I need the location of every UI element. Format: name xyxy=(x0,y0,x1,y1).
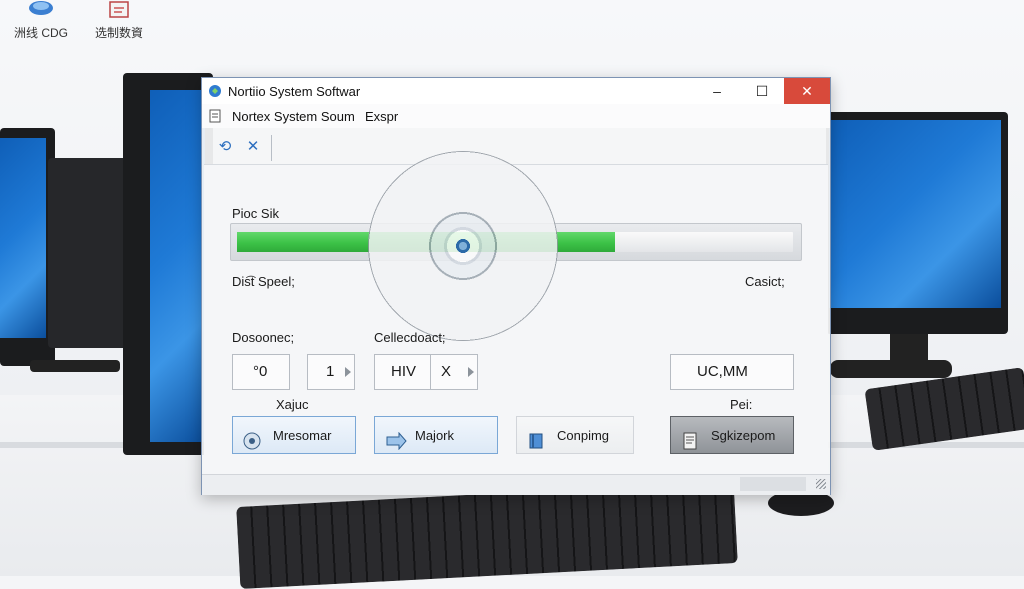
toolbar-separator xyxy=(271,135,272,161)
value-spinner-2-text: X xyxy=(441,363,452,380)
value-field-1-text: °0 xyxy=(253,363,268,380)
action-button-label: Mresomar xyxy=(273,428,332,443)
group-label-left: Dosoonec; xyxy=(232,330,295,345)
desktop-icon-computer-label: 洲线 CDG xyxy=(13,26,68,40)
value-field-1[interactable]: °0 xyxy=(232,354,290,390)
title-bar[interactable]: Nortiio System Softwar – ☐ ✕ xyxy=(202,78,830,104)
menu-bar: Nortex System Soum Exspr xyxy=(202,104,830,128)
app-logo-icon xyxy=(208,84,222,98)
book-icon xyxy=(527,427,545,449)
status-segment xyxy=(740,477,806,491)
value-spinner-1-text: 1 xyxy=(326,363,335,380)
action-button-majork[interactable]: Majork xyxy=(374,416,498,454)
app-window: Nortiio System Softwar – ☐ ✕ Nortex Syst… xyxy=(201,77,831,495)
close-icon[interactable]: ✕ xyxy=(244,138,262,156)
document-icon xyxy=(681,427,699,450)
group-label-right: Cellecdoact; xyxy=(374,330,446,345)
background-screen-right xyxy=(829,120,1001,308)
disc-hub-icon xyxy=(455,238,471,254)
background-monitor-base-right xyxy=(830,360,952,378)
desktop-icon-folder[interactable]: 选制数資 xyxy=(84,0,154,41)
action-button-label: Conpimg xyxy=(557,428,610,443)
action-button-conpimg[interactable]: Conpimg xyxy=(516,416,634,454)
menu-item-system[interactable]: Nortex System Soum xyxy=(232,109,355,124)
resize-grip-icon[interactable] xyxy=(816,479,826,489)
background-monitor-back-left xyxy=(48,158,133,348)
value-field-3[interactable]: HIV xyxy=(374,354,432,390)
value-field-5-text: UC,MM xyxy=(697,363,748,380)
folder-icon xyxy=(106,0,132,22)
spinner-arrow-icon[interactable] xyxy=(468,367,474,377)
document-icon xyxy=(208,109,222,123)
refresh-icon[interactable]: ⟲ xyxy=(216,138,234,156)
desktop-icon-computer[interactable]: 洲线 CDG xyxy=(10,0,72,41)
computer-icon xyxy=(28,0,54,22)
sub-label-right: Pei: xyxy=(730,397,753,412)
value-field-3-text: HIV xyxy=(391,363,417,380)
maximize-button[interactable]: ☐ xyxy=(740,78,784,104)
status-bar xyxy=(202,474,830,495)
action-button-label: Majork xyxy=(415,428,455,443)
window-title: Nortiio System Softwar xyxy=(228,84,361,99)
background-monitor-stand-right xyxy=(890,334,928,362)
disc-icon xyxy=(243,427,261,450)
action-button-sgkizepom[interactable]: Sgkizepom xyxy=(670,416,794,454)
arrow-right-icon xyxy=(385,427,407,451)
spinner-arrow-icon[interactable] xyxy=(345,367,351,377)
action-button-mresomar[interactable]: Mresomar xyxy=(232,416,356,454)
minimize-button[interactable]: – xyxy=(695,78,739,104)
value-field-5[interactable]: UC,MM xyxy=(670,354,794,390)
menu-item-export[interactable]: Exspr xyxy=(365,109,398,124)
desktop-icon-folder-label: 选制数資 xyxy=(94,26,143,40)
background-screen-far-left xyxy=(0,138,46,338)
progress-label: Pioc Sik xyxy=(232,206,279,221)
value-spinner-1[interactable]: 1 xyxy=(307,354,355,390)
value-spinner-2[interactable]: X xyxy=(430,354,478,390)
action-button-label: Sgkizepom xyxy=(711,428,776,443)
sub-label-left: Xajuc xyxy=(276,397,309,412)
background-screen-left xyxy=(150,90,205,442)
background-monitor-stand-left xyxy=(30,360,120,372)
progress-left-caption: Dis͡t Speel; xyxy=(232,274,295,289)
close-button[interactable]: ✕ xyxy=(784,78,830,104)
toolbar: ⟲ ✕ xyxy=(202,130,830,164)
progress-right-caption: Casict; xyxy=(745,274,785,289)
